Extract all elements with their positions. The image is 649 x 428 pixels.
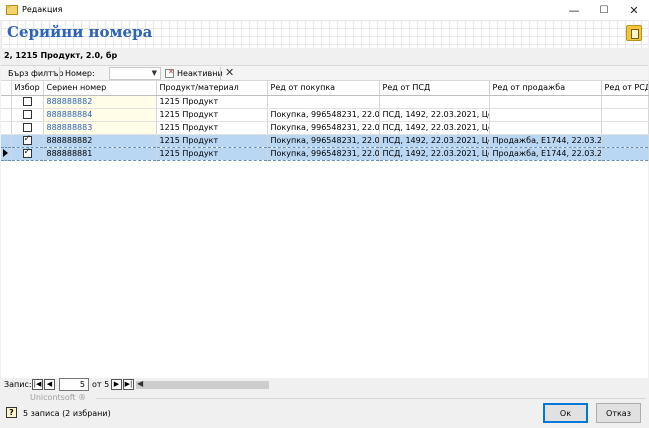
purchase-cell[interactable]: Покупка, 996548231, 22.03.2... bbox=[267, 108, 380, 122]
inactive-icon bbox=[165, 68, 174, 78]
select-checkbox[interactable] bbox=[22, 110, 32, 119]
psd-cell[interactable]: ПСД, 1492, 22.03.2021, Цент... bbox=[379, 133, 490, 148]
current-row-icon bbox=[3, 148, 9, 157]
cancel-button[interactable]: Отказ bbox=[596, 403, 641, 423]
psd-cell[interactable]: ПСД, 1492, 22.03.2021, Цент... bbox=[379, 146, 490, 161]
last-record-button[interactable]: ▶| bbox=[123, 379, 134, 390]
select-checkbox[interactable] bbox=[22, 148, 32, 158]
row-indicator-header bbox=[1, 81, 12, 96]
select-checkbox-cell[interactable] bbox=[11, 133, 44, 148]
column-header-select[interactable]: Избор bbox=[11, 81, 44, 96]
table-row[interactable]: 888888884 1215 Продукт Покупка, 996548231,… bbox=[1, 108, 649, 122]
quick-filter-button[interactable]: Бърз филтър bbox=[8, 68, 64, 80]
first-record-button[interactable]: |◀ bbox=[32, 379, 43, 390]
number-label: Номер: bbox=[65, 69, 95, 78]
page-title: Серийни номера bbox=[7, 23, 153, 41]
app-icon bbox=[6, 5, 18, 15]
next-record-button[interactable]: ▶ bbox=[111, 379, 122, 390]
form-icon[interactable] bbox=[626, 25, 642, 41]
minimize-button[interactable]: — bbox=[559, 0, 589, 20]
toolbar-separator bbox=[220, 67, 221, 80]
title-bar: Редакция — ☐ ✕ bbox=[0, 0, 649, 20]
navigator-label: Запис: bbox=[4, 380, 32, 389]
sale-cell[interactable] bbox=[489, 108, 602, 122]
psd-cell[interactable] bbox=[379, 95, 490, 109]
document-subtitle: 2, 1215 Продукт, 2.0, бр bbox=[4, 51, 118, 60]
row-indicator[interactable] bbox=[1, 133, 12, 148]
purchase-cell[interactable] bbox=[267, 95, 380, 109]
status-text: 5 записа (2 избрани) bbox=[23, 409, 111, 418]
clear-filter-icon[interactable]: ✕ bbox=[225, 66, 234, 79]
column-header-psd[interactable]: Ред от ПСД bbox=[379, 81, 490, 96]
sale-cell[interactable]: Продажба, Е1744, 22.03.2021... bbox=[489, 146, 602, 161]
brand-label: Unicontsoft ® bbox=[30, 393, 87, 402]
select-checkbox-cell[interactable] bbox=[11, 108, 44, 122]
sale-cell[interactable]: Продажба, Е1744, 22.03.2021... bbox=[489, 133, 602, 148]
rsd-cell[interactable] bbox=[601, 121, 649, 135]
inactive-toggle-button[interactable]: Неактивни bbox=[177, 68, 223, 80]
rsd-cell[interactable] bbox=[601, 146, 649, 161]
column-header-rsd[interactable]: Ред от РСД bbox=[601, 81, 649, 96]
product-cell[interactable]: 1215 Продукт bbox=[156, 108, 268, 122]
row-indicator[interactable] bbox=[1, 121, 12, 135]
purchase-cell[interactable]: Покупка, 996548231, 22.03.2... bbox=[267, 133, 380, 148]
table-row[interactable]: 8888888821215 ПродуктПокупка, 996548231,… bbox=[1, 133, 649, 148]
close-button[interactable]: ✕ bbox=[619, 0, 649, 20]
purchase-cell[interactable]: Покупка, 996548231, 22.03.2... bbox=[267, 146, 380, 161]
select-checkbox[interactable] bbox=[22, 135, 32, 145]
row-indicator[interactable] bbox=[1, 146, 12, 161]
toolbar-separator bbox=[59, 67, 60, 80]
table-row[interactable]: 888888882 1215 Продукт bbox=[1, 95, 649, 109]
chevron-down-icon: ▼ bbox=[151, 69, 157, 77]
serial-cell[interactable]: 888888883 bbox=[43, 121, 157, 135]
rsd-cell[interactable] bbox=[601, 133, 649, 148]
sale-cell[interactable] bbox=[489, 121, 602, 135]
psd-cell[interactable]: ПСД, 1492, 22.03.2021, Цент... bbox=[379, 108, 490, 122]
number-filter-combo[interactable]: ▼ bbox=[109, 67, 161, 80]
product-cell[interactable]: 1215 Продукт bbox=[156, 133, 268, 148]
product-cell[interactable]: 1215 Продукт bbox=[156, 121, 268, 135]
row-indicator[interactable] bbox=[1, 108, 12, 122]
serial-cell[interactable]: 888888882 bbox=[43, 133, 157, 148]
serial-cell[interactable]: 888888881 bbox=[43, 146, 157, 161]
select-checkbox[interactable] bbox=[22, 97, 32, 106]
record-count: от 5 bbox=[92, 380, 110, 389]
psd-cell[interactable]: ПСД, 1492, 22.03.2021, Цент... bbox=[379, 121, 490, 135]
divider bbox=[96, 398, 646, 399]
record-navigator: Запис: |◀ ◀ 5 от 5 ▶ ▶| ◀ bbox=[1, 378, 648, 392]
maximize-button[interactable]: ☐ bbox=[589, 0, 619, 20]
product-cell[interactable]: 1215 Продукт bbox=[156, 95, 268, 109]
table-row[interactable]: 8888888811215 ПродуктПокупка, 996548231,… bbox=[1, 146, 649, 161]
column-header-sale[interactable]: Ред от продажба bbox=[489, 81, 602, 96]
rsd-cell[interactable] bbox=[601, 108, 649, 122]
product-cell[interactable]: 1215 Продукт bbox=[156, 146, 268, 161]
rsd-cell[interactable] bbox=[601, 95, 649, 109]
window-title: Редакция bbox=[22, 5, 63, 14]
column-header-serial[interactable]: Сериен номер bbox=[43, 81, 157, 96]
column-header-product[interactable]: Продукт/материал bbox=[156, 81, 268, 96]
select-checkbox-cell[interactable] bbox=[11, 121, 44, 135]
sale-cell[interactable] bbox=[489, 95, 602, 109]
select-checkbox-cell[interactable] bbox=[11, 95, 44, 109]
select-checkbox-cell[interactable] bbox=[11, 146, 44, 161]
serial-cell[interactable]: 888888882 bbox=[43, 95, 157, 109]
grid-header-row: Избор Сериен номер Продукт/материал Ред … bbox=[1, 81, 649, 96]
help-icon[interactable]: ? bbox=[6, 407, 17, 418]
toolbar: Бърз филтър Номер: ▼ Неактивни ✕ bbox=[1, 65, 648, 81]
serial-cell[interactable]: 888888884 bbox=[43, 108, 157, 122]
previous-record-button[interactable]: ◀ bbox=[44, 379, 55, 390]
page-header: Серийни номера bbox=[1, 20, 648, 48]
horizontal-scrollbar[interactable] bbox=[136, 381, 269, 389]
row-indicator[interactable] bbox=[1, 95, 12, 109]
serial-numbers-grid: Избор Сериен номер Продукт/материал Ред … bbox=[1, 81, 649, 378]
ok-button[interactable]: Ок bbox=[543, 403, 588, 423]
column-header-purchase[interactable]: Ред от покупка bbox=[267, 81, 380, 96]
record-number-input[interactable]: 5 bbox=[59, 378, 89, 391]
select-checkbox[interactable] bbox=[22, 123, 32, 132]
table-row[interactable]: 888888883 1215 Продукт Покупка, 996548231,… bbox=[1, 121, 649, 135]
purchase-cell[interactable]: Покупка, 996548231, 22.03.2... bbox=[267, 121, 380, 135]
scroll-left-icon[interactable]: ◀ bbox=[137, 379, 143, 388]
